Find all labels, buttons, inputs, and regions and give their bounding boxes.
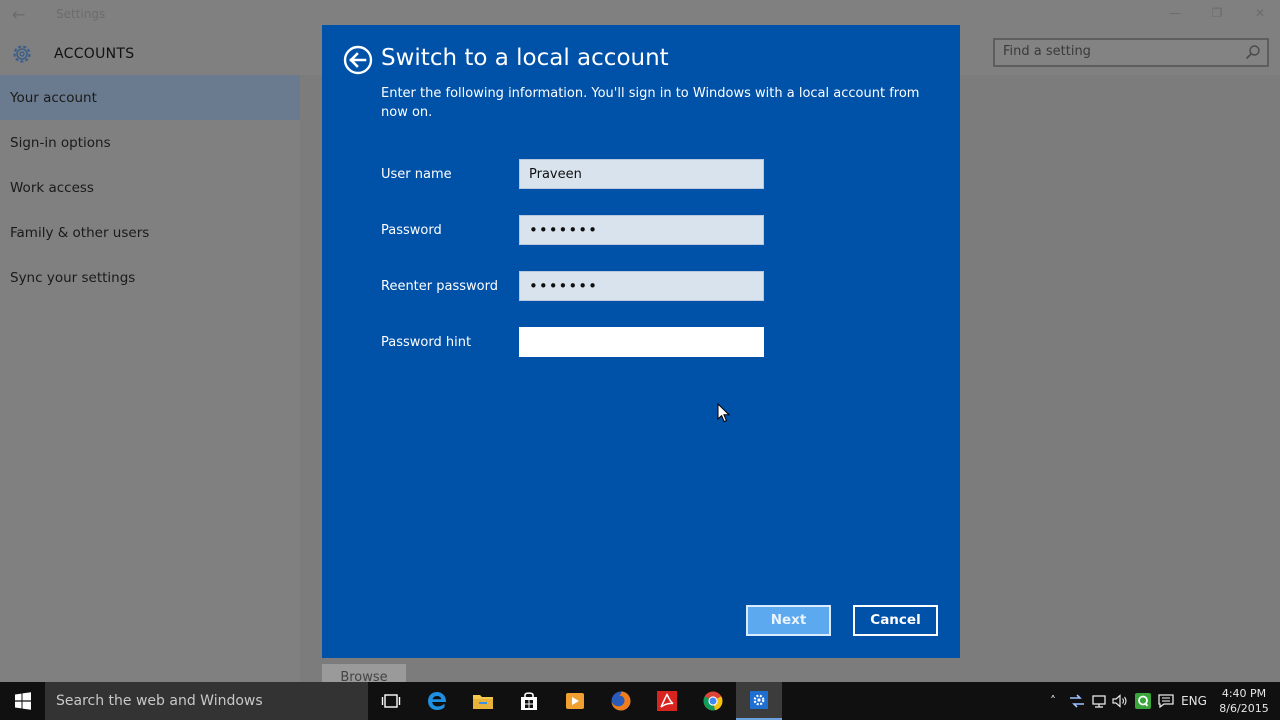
accounts-header: ACCOUNTS xyxy=(10,42,134,66)
back-circle-icon[interactable] xyxy=(343,45,373,75)
taskbar: Search the web and Windows ˄ ENG 4:40 PM… xyxy=(0,682,1280,720)
password-label: Password xyxy=(381,223,442,238)
window-title: Settings xyxy=(56,7,106,21)
sidebar-item-work-access[interactable]: Work access xyxy=(0,165,300,210)
clock[interactable]: 4:40 PM 8/6/2015 xyxy=(1214,686,1274,716)
dialog-title: Switch to a local account xyxy=(381,45,669,71)
dialog-description: Enter the following information. You'll … xyxy=(381,86,920,120)
edge-icon[interactable] xyxy=(414,682,460,720)
taskbar-search-text: Search the web and Windows xyxy=(56,693,263,709)
sidebar: ACCOUNTS Your account Sign-in options Wo… xyxy=(0,30,300,682)
close-button[interactable]: ✕ xyxy=(1250,6,1270,24)
username-label: User name xyxy=(381,167,452,182)
switch-local-account-dialog: Switch to a local account Enter the foll… xyxy=(322,25,960,658)
task-view-icon[interactable] xyxy=(368,682,414,720)
minimize-button[interactable]: — xyxy=(1165,6,1185,24)
search-icon[interactable] xyxy=(1245,44,1261,60)
sidebar-item-label: Sync your settings xyxy=(10,269,136,286)
search-box[interactable] xyxy=(993,38,1269,67)
file-explorer-icon[interactable] xyxy=(460,682,506,720)
sidebar-item-sync-settings[interactable]: Sync your settings xyxy=(0,255,300,300)
chrome-icon[interactable] xyxy=(690,682,736,720)
password-hint-label: Password hint xyxy=(381,335,472,350)
clock-date: 8/6/2015 xyxy=(1219,702,1269,715)
action-center-icon[interactable] xyxy=(1156,682,1176,720)
clock-time: 4:40 PM xyxy=(1221,687,1267,700)
sidebar-item-label: Family & other users xyxy=(10,224,150,241)
sidebar-item-label: Your account xyxy=(10,89,97,106)
sidebar-item-sign-in-options[interactable]: Sign-in options xyxy=(0,120,300,165)
sidebar-item-family-other-users[interactable]: Family & other users xyxy=(0,210,300,255)
mouse-pointer-icon xyxy=(717,403,731,423)
maximize-button[interactable]: ❐ xyxy=(1207,6,1227,24)
show-hidden-icons-icon[interactable]: ˄ xyxy=(1044,682,1062,720)
cancel-button[interactable]: Cancel xyxy=(853,605,938,636)
accounts-title: ACCOUNTS xyxy=(54,46,135,62)
search-input[interactable] xyxy=(1003,44,1233,59)
network-icon[interactable] xyxy=(1089,682,1109,720)
acrobat-icon[interactable] xyxy=(644,682,690,720)
gear-icon xyxy=(13,45,31,63)
reenter-password-field[interactable] xyxy=(519,271,764,301)
firefox-icon[interactable] xyxy=(598,682,644,720)
password-hint-field[interactable] xyxy=(519,327,764,357)
sidebar-item-label: Work access xyxy=(10,179,94,196)
reenter-password-label: Reenter password xyxy=(381,279,498,294)
taskbar-search-box[interactable]: Search the web and Windows xyxy=(45,682,368,720)
media-player-icon[interactable] xyxy=(552,682,598,720)
volume-icon[interactable] xyxy=(1110,682,1130,720)
next-button[interactable]: Next xyxy=(746,605,831,636)
sidebar-item-label: Sign-in options xyxy=(10,134,111,151)
start-button[interactable] xyxy=(0,682,45,720)
password-field[interactable] xyxy=(519,215,764,245)
q-app-icon[interactable] xyxy=(1133,682,1153,720)
sidebar-item-your-account[interactable]: Your account xyxy=(0,75,300,120)
tray-app-icon[interactable] xyxy=(1066,682,1088,720)
windows-logo-icon xyxy=(15,692,31,710)
username-field[interactable] xyxy=(519,159,764,189)
language-indicator[interactable]: ENG xyxy=(1180,682,1208,720)
settings-icon[interactable] xyxy=(736,682,782,720)
store-icon[interactable] xyxy=(506,682,552,720)
back-arrow-icon[interactable]: ← xyxy=(12,5,32,25)
